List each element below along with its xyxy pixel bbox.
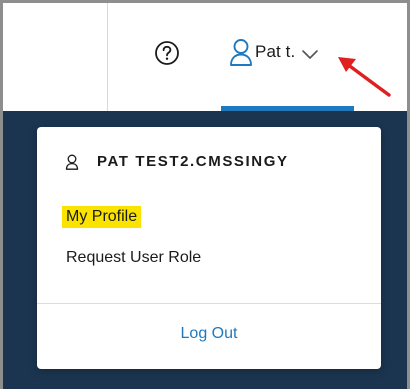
annotation-arrow-icon [338, 57, 391, 97]
user-menu-toggle[interactable]: Pat t. [229, 36, 319, 68]
user-short-name: Pat t. [255, 42, 296, 61]
help-button[interactable] [154, 40, 180, 66]
screenshot-frame: Pat t. PAT TEST2.CMSSINGY My Profile Req… [0, 0, 410, 389]
user-outline-icon [65, 154, 79, 170]
menu-item-my-profile[interactable]: My Profile [62, 206, 142, 228]
topbar-divider [107, 3, 108, 111]
menu-username: PAT TEST2.CMSSINGY [97, 153, 289, 170]
help-circle-icon [155, 41, 179, 65]
menu-user-header: PAT TEST2.CMSSINGY [65, 153, 289, 170]
chevron-down-icon [302, 49, 319, 59]
top-bar: Pat t. [3, 3, 407, 111]
user-outline-icon [230, 39, 252, 66]
logout-link[interactable]: Log Out [37, 325, 381, 343]
user-dropdown-menu: PAT TEST2.CMSSINGY My Profile Request Us… [37, 127, 381, 369]
menu-divider [37, 303, 381, 304]
menu-item-request-user-role[interactable]: Request User Role [62, 247, 205, 269]
